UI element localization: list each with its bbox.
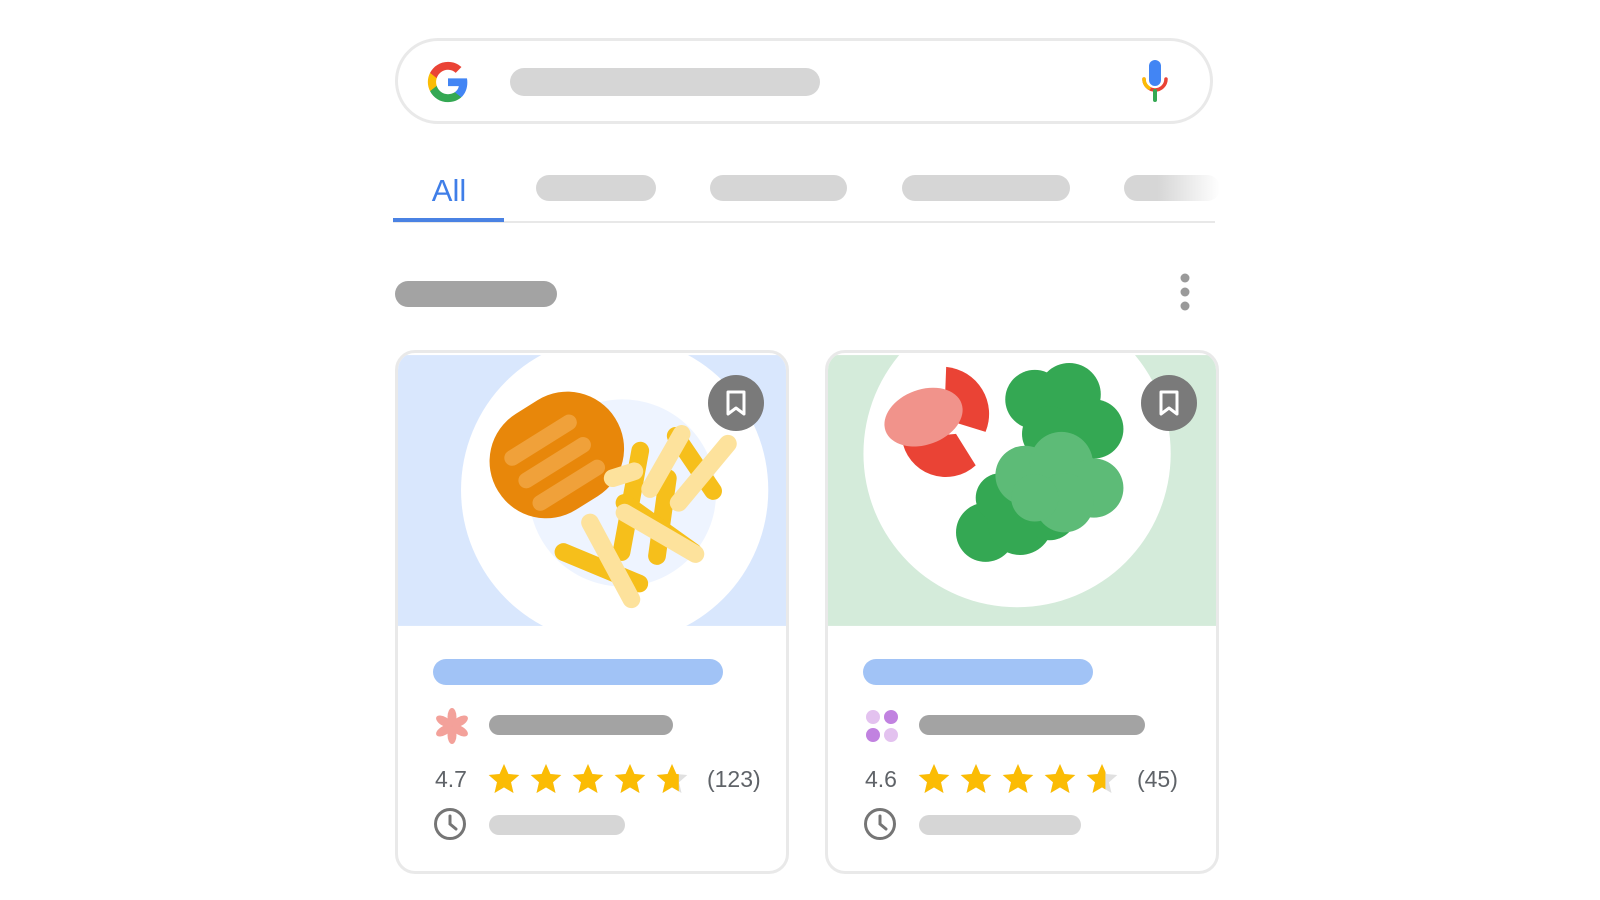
search-bar[interactable] — [395, 38, 1213, 124]
search-input[interactable] — [510, 68, 820, 96]
google-g-icon — [427, 61, 468, 103]
flower-logo-icon — [436, 708, 468, 744]
recipe-card[interactable]: 4.7 (123) — [395, 350, 789, 874]
rating-row: 4.6 (45) — [865, 757, 1178, 801]
star-icon — [488, 764, 520, 793]
bookmark-icon — [726, 390, 746, 416]
star-rating — [487, 762, 689, 796]
star-icon — [1002, 764, 1034, 793]
section-title — [395, 281, 557, 307]
tab-placeholder-1[interactable] — [536, 175, 656, 201]
star-icon — [530, 764, 562, 793]
review-count: (123) — [706, 765, 761, 792]
tab-placeholder-4[interactable] — [1124, 175, 1220, 201]
cook-time — [919, 815, 1081, 835]
microphone-icon[interactable] — [1140, 59, 1170, 103]
star-icon — [656, 764, 688, 793]
bookmark-button[interactable] — [708, 375, 764, 431]
dots-logo-icon — [866, 710, 898, 742]
rating-value: 4.6 — [865, 765, 897, 792]
source-name[interactable] — [919, 715, 1145, 735]
tab-placeholder-2[interactable] — [710, 175, 847, 201]
star-icon — [918, 764, 950, 793]
star-icon — [1086, 764, 1118, 793]
more-vert-icon[interactable] — [1178, 273, 1192, 313]
active-tab-indicator — [393, 218, 504, 222]
star-rating — [917, 762, 1119, 796]
rating-row: 4.7 (123) — [435, 757, 761, 801]
tab-all-label: All — [431, 173, 467, 208]
star-icon — [572, 764, 604, 793]
recipe-title[interactable] — [863, 659, 1093, 685]
review-count: (45) — [1136, 765, 1178, 792]
rating-value: 4.7 — [435, 765, 467, 792]
bookmark-button[interactable] — [1141, 375, 1197, 431]
tab-all[interactable]: All — [395, 156, 503, 226]
recipe-card[interactable]: 4.6 (45) — [825, 350, 1219, 874]
source-name[interactable] — [489, 715, 673, 735]
clock-icon — [434, 808, 466, 840]
tab-placeholder-3[interactable] — [902, 175, 1070, 201]
star-icon — [614, 764, 646, 793]
star-icon — [1044, 764, 1076, 793]
star-icon — [960, 764, 992, 793]
tabs-divider — [393, 221, 1215, 223]
recipe-title[interactable] — [433, 659, 723, 685]
bookmark-icon — [1159, 390, 1179, 416]
clock-icon — [864, 808, 896, 840]
cook-time — [489, 815, 625, 835]
